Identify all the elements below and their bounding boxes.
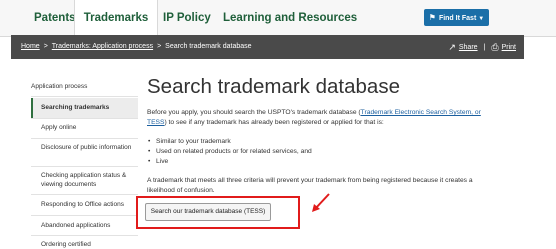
breadcrumb-separator: > — [43, 43, 48, 50]
breadcrumb-separator: > — [157, 43, 162, 50]
find-it-fast-button[interactable]: ⚑ Find It Fast ▼ — [424, 9, 489, 26]
tag-icon: ⚑ — [428, 13, 436, 22]
sidebar-divider — [31, 215, 138, 216]
top-navigation: Patents Trademarks IP Policy Learning an… — [0, 0, 556, 37]
breadcrumb-application-process-link[interactable]: Trademarks: Application process — [52, 43, 153, 50]
sidebar-divider — [31, 194, 138, 195]
breadcrumb-bar: Home > Trademarks: Application process > Sea… — [11, 35, 524, 59]
share-icon: ↗ — [448, 42, 456, 52]
sidebar-item-abandoned[interactable]: Abandoned applications — [31, 221, 138, 230]
sidebar-divider — [31, 166, 138, 167]
share-link[interactable]: Share — [459, 44, 478, 51]
sidebar-divider — [31, 138, 138, 139]
list-item: Similar to your trademark — [147, 137, 312, 147]
tab-trademarks[interactable]: Trademarks — [74, 0, 158, 37]
tab-patents[interactable]: Patents — [34, 0, 76, 36]
sidebar-item-apply-online[interactable]: Apply online — [31, 123, 138, 132]
intro-text-after: ) to see if any trademark has already be… — [164, 119, 384, 126]
sidebar-item-searching-trademarks[interactable]: Searching trademarks — [31, 98, 138, 118]
page-title: Search trademark database — [147, 75, 400, 98]
caret-down-icon: ▼ — [478, 16, 485, 22]
find-it-fast-label: Find It Fast — [438, 15, 477, 22]
annotation-arrow-icon — [312, 193, 330, 212]
print-link[interactable]: Print — [502, 44, 516, 51]
tools-separator: | — [483, 44, 486, 51]
breadcrumb-current: Search trademark database — [165, 43, 252, 50]
search-tess-button[interactable]: Search our trademark database (TESS) — [145, 203, 271, 221]
list-item: Live — [147, 157, 312, 167]
tab-learning-and-resources[interactable]: Learning and Resources — [223, 0, 357, 36]
tab-ip-policy[interactable]: IP Policy — [163, 0, 211, 36]
intro-text-before: Before you apply, you should search the … — [147, 109, 361, 116]
sidebar-heading[interactable]: Application process — [31, 83, 87, 90]
breadcrumb-home-link[interactable]: Home — [21, 43, 40, 50]
breadcrumb: Home > Trademarks: Application process > Sea… — [21, 35, 252, 59]
sidebar-divider — [31, 235, 138, 236]
sidebar-item-office-actions[interactable]: Responding to Office actions — [31, 200, 138, 209]
list-item: Used on related products or for related … — [147, 147, 312, 157]
sidebar-item-checking-status[interactable]: Checking application status & viewing do… — [31, 171, 138, 189]
print-icon: ⎙ — [491, 42, 499, 52]
sidebar-divider — [31, 118, 138, 119]
intro-paragraph: Before you apply, you should search the … — [147, 108, 502, 128]
sidebar-item-disclosure[interactable]: Disclosure of public information — [31, 143, 138, 152]
sidebar-divider — [31, 96, 138, 97]
criteria-list: Similar to your trademark Used on relate… — [147, 137, 312, 167]
page-tools: ↗ Share | ⎙ Print — [448, 35, 516, 60]
